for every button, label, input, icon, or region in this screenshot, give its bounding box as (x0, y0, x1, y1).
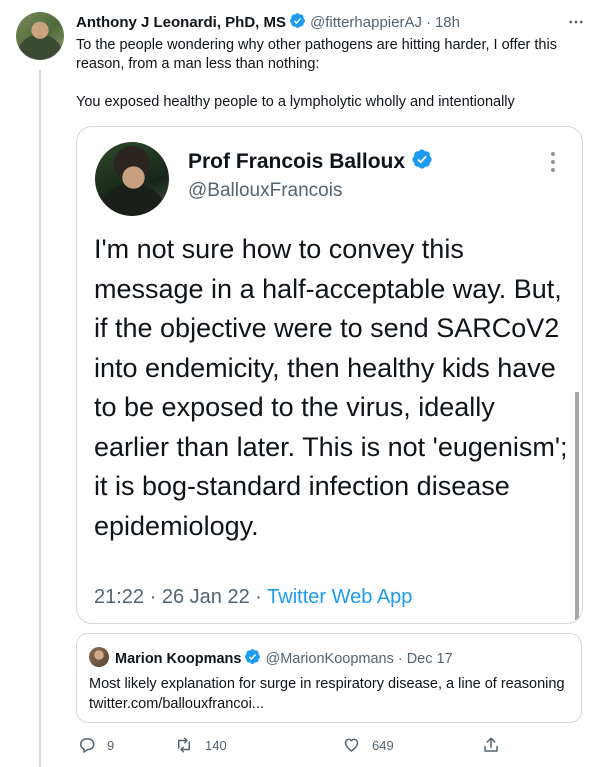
screenshot-author-handle: @BallouxFrancois (188, 180, 343, 201)
quoted-tweet-header: Marion Koopmans @MarionKoopmans · Dec 17 (115, 648, 453, 669)
reply-icon (78, 736, 96, 754)
thread-connector-line (39, 70, 41, 767)
retweet-icon (174, 736, 194, 754)
tweet-body: To the people wondering why other pathog… (76, 36, 586, 112)
separator-dot: · (149, 586, 157, 608)
quoted-tweet-text: Most likely explanation for surge in res… (89, 676, 565, 712)
verified-badge-icon (244, 648, 261, 669)
tweet-text-paragraph-2: You exposed healthy people to a lympholy… (76, 94, 515, 110)
attached-screenshot-image[interactable]: Prof Francois Balloux @BallouxFrancois I… (76, 126, 583, 624)
like-count: 649 (372, 737, 394, 753)
more-dots-icon (545, 149, 561, 175)
tweet-timestamp[interactable]: 18h (435, 14, 460, 31)
reply-count: 9 (107, 737, 115, 753)
screenshot-source-app: Twitter Web App (267, 586, 413, 608)
share-button[interactable] (482, 736, 500, 754)
screenshot-author-name-row: Prof Francois Balloux (188, 148, 433, 176)
quoted-author-handle: @MarionKoopmans (265, 650, 394, 667)
tweet-text-paragraph-1: To the people wondering why other pathog… (76, 37, 557, 72)
separator-dot: · (397, 650, 403, 667)
heart-icon (342, 736, 361, 754)
author-name[interactable]: Anthony J Leonardi, PhD, MS (76, 14, 286, 31)
like-button[interactable]: 649 (342, 736, 394, 754)
tweet-action-bar: 9 140 649 (76, 736, 506, 758)
author-avatar[interactable] (16, 12, 64, 60)
quoted-author-name: Marion Koopmans (115, 650, 242, 667)
screenshot-scrollbar (575, 392, 579, 620)
quoted-author-avatar (89, 647, 109, 667)
quoted-tweet[interactable]: Marion Koopmans @MarionKoopmans · Dec 17… (76, 633, 582, 723)
more-dots-icon[interactable] (566, 12, 586, 32)
quoted-tweet-timestamp: Dec 17 (406, 650, 453, 667)
screenshot-author-name: Prof Francois Balloux (188, 150, 406, 173)
retweet-button[interactable]: 140 (174, 736, 227, 754)
screenshot-date: 26 Jan 22 (161, 586, 250, 608)
share-icon (482, 736, 500, 754)
separator-dot: · (255, 586, 262, 608)
screenshot-tweet-meta: 21:22 · 26 Jan 22 · Twitter Web App (94, 586, 412, 609)
author-handle[interactable]: @fitterhappierAJ (310, 14, 422, 31)
reply-button[interactable]: 9 (78, 736, 114, 754)
screenshot-author-avatar (95, 142, 169, 216)
verified-badge-icon (411, 148, 433, 176)
retweet-count: 140 (205, 737, 227, 753)
verified-badge-icon (289, 12, 306, 33)
tweet-header: Anthony J Leonardi, PhD, MS @fitterhappi… (76, 12, 586, 32)
separator-dot: · (425, 13, 431, 31)
screenshot-tweet-text: I'm not sure how to convey this message … (94, 234, 568, 541)
screenshot-time: 21:22 (94, 586, 145, 608)
